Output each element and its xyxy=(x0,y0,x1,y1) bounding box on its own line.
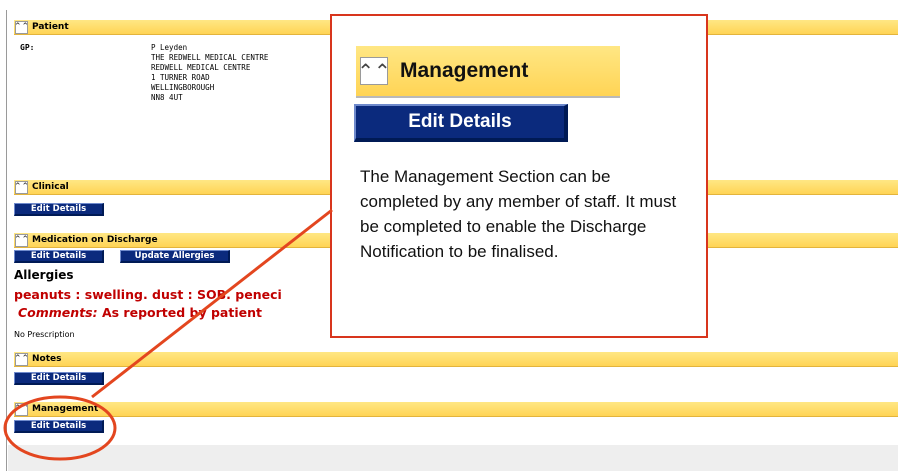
annotation-pointer-line xyxy=(91,208,333,399)
annotation-highlight-ellipse xyxy=(3,395,117,461)
annotation-overlay xyxy=(3,208,333,461)
